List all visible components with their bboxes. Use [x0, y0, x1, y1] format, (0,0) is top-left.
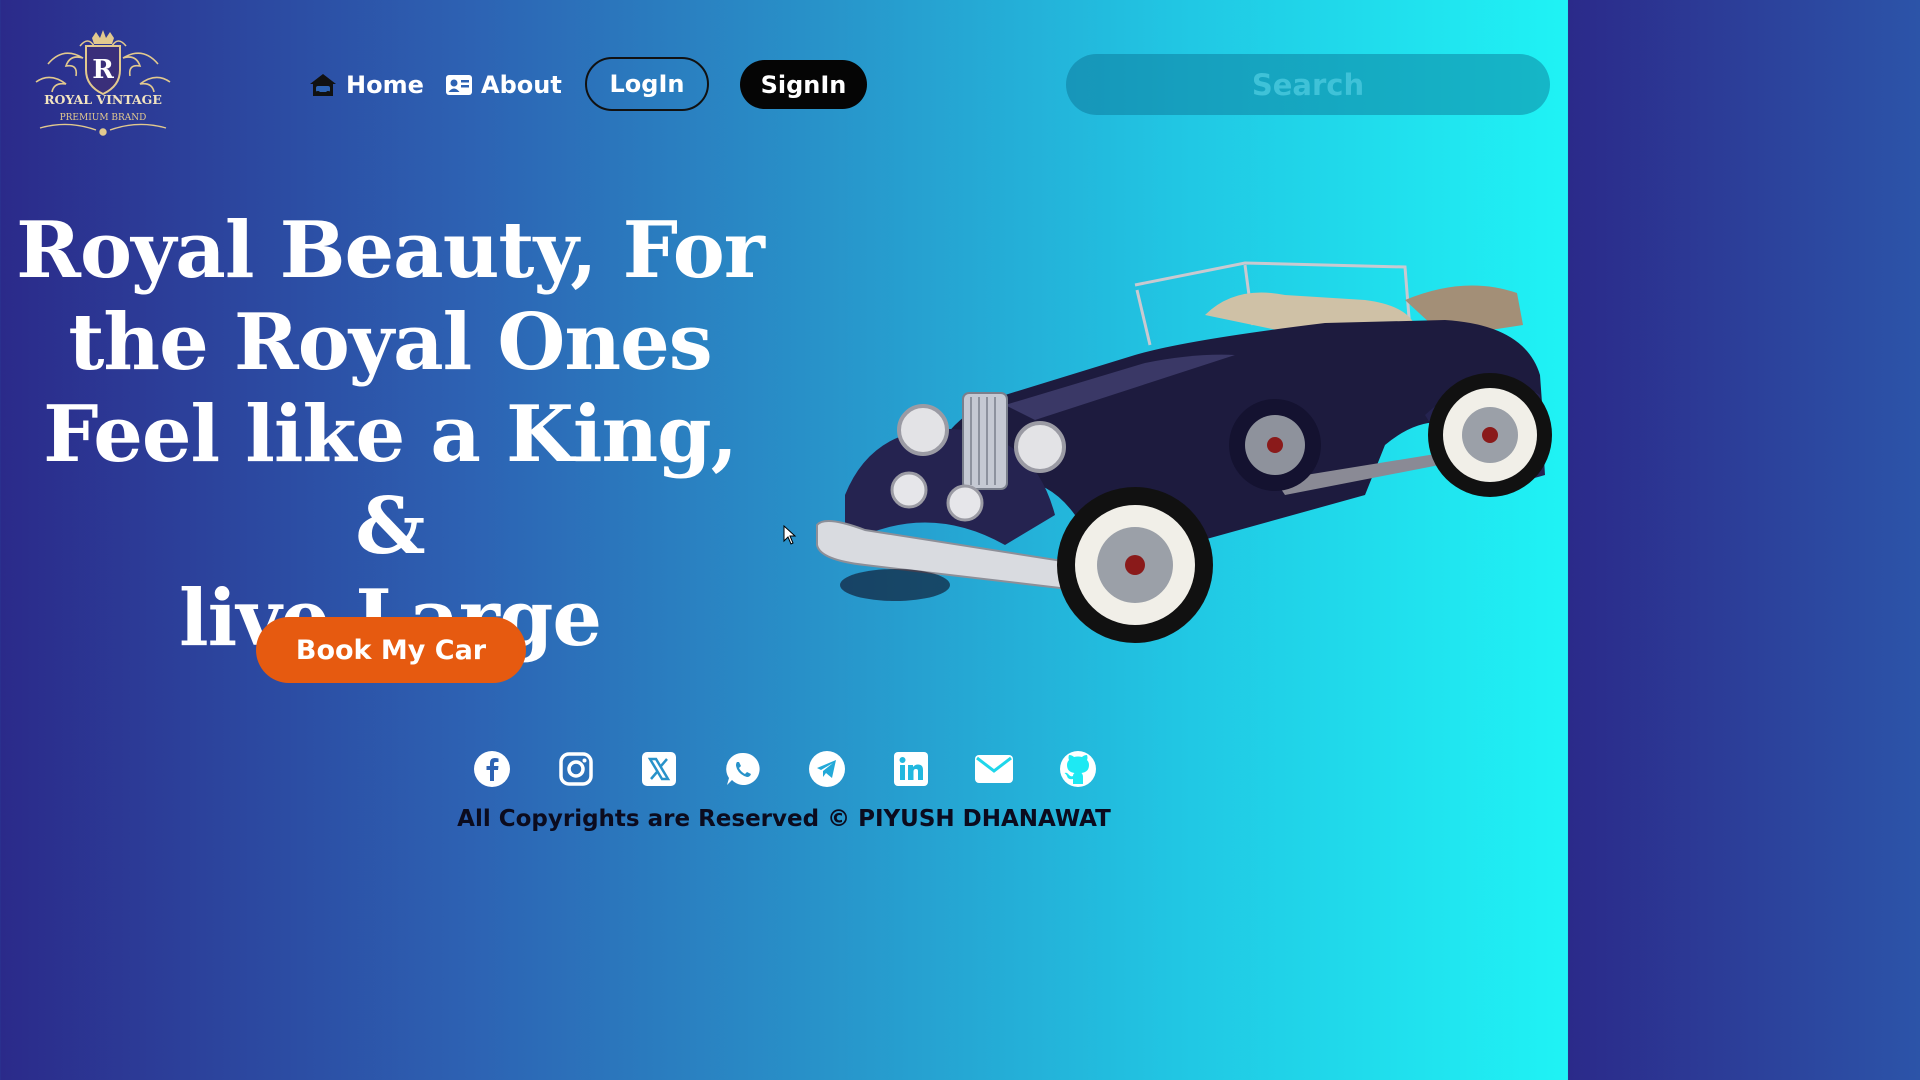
hero-title-line: the Royal Ones: [68, 297, 712, 388]
hero-title-line: Feel like a King, &: [43, 389, 738, 572]
x-twitter-icon[interactable]: [637, 747, 681, 791]
facebook-icon[interactable]: [470, 747, 514, 791]
whatsapp-icon[interactable]: [721, 747, 765, 791]
email-icon[interactable]: [972, 747, 1016, 791]
house-car-icon: [310, 74, 336, 96]
signin-button[interactable]: SignIn: [740, 60, 867, 109]
search-input[interactable]: [1066, 54, 1550, 115]
social-links: [470, 747, 1100, 791]
github-icon[interactable]: [1056, 747, 1100, 791]
login-button[interactable]: LogIn: [585, 57, 709, 111]
telegram-icon[interactable]: [805, 747, 849, 791]
vintage-car-image: [816, 261, 1552, 643]
mouse-cursor-icon: [783, 525, 797, 545]
copyright-text: All Copyrights are Reserved © PIYUSH DHA…: [457, 806, 1111, 832]
hero-title-line: Royal Beauty, For: [16, 205, 765, 296]
logo-letter: R: [92, 55, 114, 85]
instagram-icon[interactable]: [554, 747, 598, 791]
spare-wheel: [1229, 399, 1321, 491]
logo-name: ROYAL VINTAGE: [44, 92, 162, 107]
book-my-car-button[interactable]: Book My Car: [256, 617, 526, 683]
rear-wheel: [1428, 373, 1552, 497]
front-wheel: [1057, 487, 1213, 643]
id-card-icon: [446, 75, 472, 95]
linkedin-icon[interactable]: [889, 747, 933, 791]
nav-home-label: Home: [346, 71, 424, 99]
logo-tagline: PREMIUM BRAND: [60, 113, 147, 123]
royal-vintage-logo[interactable]: R ROYAL VINTAGE PREMIUM BRAND: [28, 24, 178, 146]
nav-about-label: About: [481, 71, 562, 99]
nav-about-link[interactable]: About: [445, 66, 562, 104]
nav-home-link[interactable]: Home: [308, 66, 424, 104]
hero-title: Royal Beauty, For the Royal Ones Feel li…: [10, 205, 770, 665]
